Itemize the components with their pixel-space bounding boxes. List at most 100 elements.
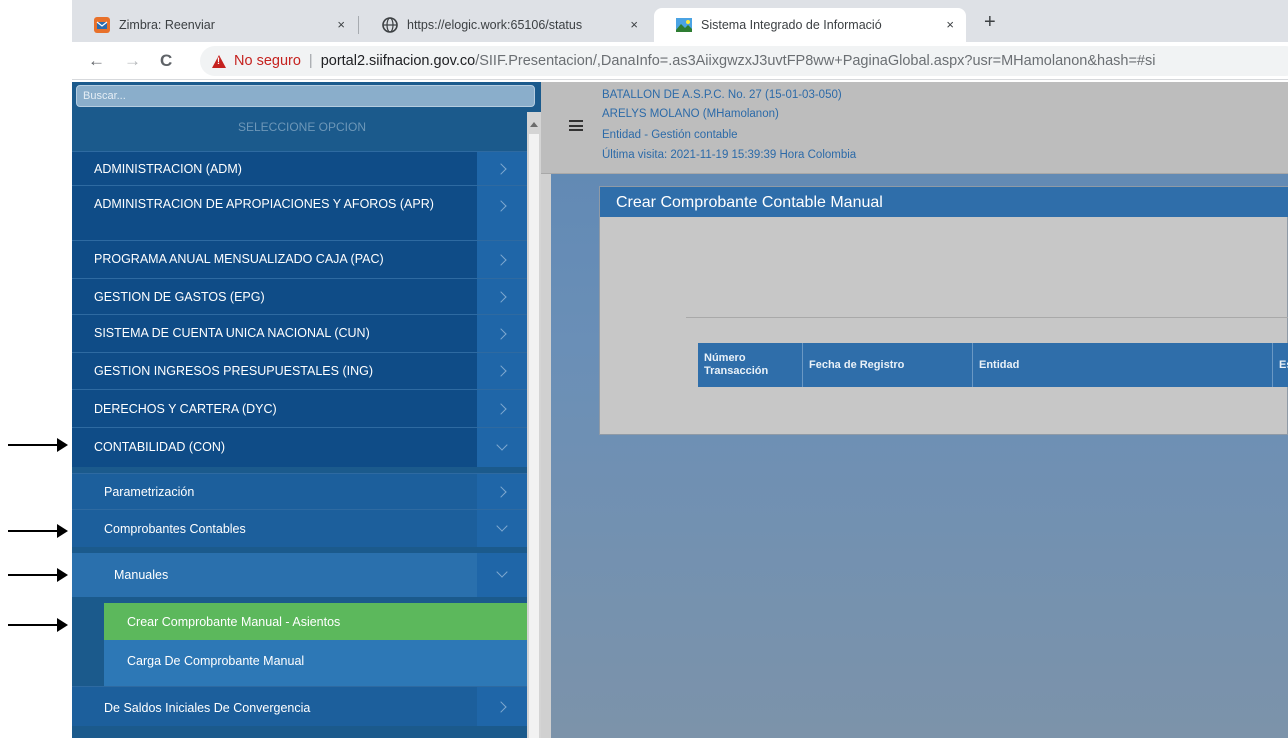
chevron-right-icon [495, 365, 507, 377]
annotation-arrow-icon [8, 524, 68, 538]
tab-siif-active[interactable]: Sistema Integrado de Informació × [654, 8, 966, 42]
chevron-right-icon [495, 253, 507, 266]
sidebar-menu: Buscar... SELECCIONE OPCION ADMINISTRACI… [72, 82, 541, 738]
divider [686, 317, 1288, 318]
sidebar-item-carga-comprobante-manual[interactable]: Carga De Comprobante Manual [104, 640, 527, 686]
collapse-button[interactable] [477, 428, 527, 467]
results-table-header: Número Transacción Fecha de Registro Ent… [698, 343, 1288, 387]
sidebar-title: SELECCIONE OPCION [237, 120, 367, 134]
sidebar-item-parametrizacion[interactable]: Parametrización [72, 473, 527, 509]
sidebar-item-label: GESTION INGRESOS PRESUPUESTALES (ING) [94, 364, 373, 378]
siif-favicon-icon [676, 18, 692, 32]
warning-icon [212, 54, 226, 68]
tab-title: https://elogic.work:65106/status [407, 18, 583, 32]
security-label[interactable]: No seguro [234, 53, 301, 69]
url-host: portal2.siifnacion.gov.co [320, 53, 476, 69]
sidebar-item-apr[interactable]: ADMINISTRACION DE APROPIACIONES Y AFOROS… [72, 185, 527, 240]
entity-name: BATALLON DE A.S.P.C. No. 27 (15-01-03-05… [602, 89, 842, 101]
expand-button[interactable] [477, 687, 527, 726]
sidebar-item-epg[interactable]: GESTION DE GASTOS (EPG) [72, 278, 527, 314]
sidebar-item-pac[interactable]: PROGRAMA ANUAL MENSUALIZADO CAJA (PAC) [72, 240, 527, 278]
back-button[interactable]: ← [88, 51, 105, 71]
tab-close-icon[interactable]: × [946, 17, 954, 32]
collapse-button[interactable] [477, 510, 527, 547]
tab-title: Sistema Integrado de Informació [701, 18, 882, 32]
sidebar-item-label: PROGRAMA ANUAL MENSUALIZADO CAJA (PAC) [94, 252, 384, 266]
user-profile: Entidad - Gestión contable [602, 129, 738, 141]
column-header-estado[interactable]: Es [1273, 343, 1288, 387]
chevron-right-icon [495, 485, 507, 498]
panel-header: Crear Comprobante Contable Manual [600, 187, 1288, 217]
scroll-up-arrow-icon[interactable] [530, 122, 538, 127]
expand-button[interactable] [477, 152, 527, 185]
last-visit: Última visita: 2021-11-19 15:39:39 Hora … [602, 149, 857, 161]
sidebar-item-comprobantes-contables[interactable]: Comprobantes Contables [72, 509, 527, 547]
sidebar-item-label: Crear Comprobante Manual - Asientos [127, 615, 341, 629]
expand-button[interactable] [477, 279, 527, 314]
expand-button[interactable] [477, 186, 527, 240]
tab-elogic-status[interactable]: https://elogic.work:65106/status × [360, 8, 650, 42]
sidebar-item-label: DERECHOS Y CARTERA (DYC) [94, 402, 277, 416]
chevron-right-icon [495, 700, 507, 713]
main-scrollbar[interactable] [541, 174, 551, 738]
sidebar-item-label: ADMINISTRACION (ADM) [94, 162, 242, 176]
new-tab-button[interactable]: + [984, 11, 996, 34]
sidebar-item-label: Parametrización [104, 485, 195, 499]
expand-button[interactable] [477, 241, 527, 278]
chevron-down-icon [496, 566, 508, 578]
expand-button[interactable] [477, 353, 527, 389]
tab-divider [358, 16, 359, 34]
url-omnibox[interactable]: No seguro | portal2.siifnacion.gov.co /S… [200, 46, 1288, 76]
zimbra-favicon-icon [94, 17, 110, 33]
chevron-right-icon [495, 290, 507, 303]
browser-tab-strip: Zimbra: Reenviar × https://elogic.work:6… [72, 0, 1288, 42]
sidebar-item-adm[interactable]: ADMINISTRACION (ADM) [72, 151, 527, 185]
chevron-right-icon [495, 402, 507, 415]
user-info-header: BATALLON DE A.S.P.C. No. 27 (15-01-03-05… [541, 82, 1288, 174]
sidebar-item-label: GESTION DE GASTOS (EPG) [94, 290, 265, 304]
expand-button[interactable] [477, 315, 527, 352]
sidebar-item-dyc[interactable]: DERECHOS Y CARTERA (DYC) [72, 389, 527, 427]
forward-button[interactable]: → [124, 51, 141, 71]
hamburger-menu-icon[interactable] [569, 120, 583, 131]
chevron-down-icon [496, 519, 508, 532]
globe-icon [382, 17, 398, 33]
annotation-arrow-icon [8, 438, 68, 452]
annotation-arrow-icon [8, 568, 68, 582]
sidebar-item-cun[interactable]: SISTEMA DE CUENTA UNICA NACIONAL (CUN) [72, 314, 527, 352]
tab-title: Zimbra: Reenviar [119, 18, 215, 32]
reload-button[interactable]: C [160, 51, 172, 71]
chevron-right-icon [495, 200, 507, 212]
user-name: ARELYS MOLANO (MHamolanon) [602, 108, 779, 120]
chevron-right-icon [495, 162, 507, 175]
sidebar-item-label: CONTABILIDAD (CON) [94, 440, 226, 454]
chevron-down-icon [496, 438, 508, 451]
sidebar-item-label: ADMINISTRACION DE APROPIACIONES Y AFOROS… [94, 197, 434, 211]
search-input[interactable]: Buscar... [76, 85, 535, 107]
tab-close-icon[interactable]: × [630, 17, 638, 32]
sidebar-item-label: Manuales [114, 568, 169, 582]
sidebar-item-label: SISTEMA DE CUENTA UNICA NACIONAL (CUN) [94, 326, 370, 340]
collapse-button[interactable] [477, 553, 527, 597]
tab-close-icon[interactable]: × [337, 17, 345, 32]
column-header-entidad[interactable]: Entidad [973, 343, 1273, 387]
sidebar-item-crear-comprobante-manual[interactable]: Crear Comprobante Manual - Asientos [104, 603, 527, 640]
expand-button[interactable] [477, 390, 527, 427]
omnibox-separator: | [308, 53, 313, 69]
tab-zimbra[interactable]: Zimbra: Reenviar × [72, 8, 357, 42]
sidebar-item-saldos-iniciales[interactable]: De Saldos Iniciales De Convergencia [72, 686, 527, 726]
column-header-numero-transaccion[interactable]: Número Transacción [698, 343, 803, 387]
expand-button[interactable] [477, 474, 527, 509]
column-header-fecha-registro[interactable]: Fecha de Registro [803, 343, 973, 387]
comprobante-panel: Crear Comprobante Contable Manual Número… [599, 186, 1288, 435]
sidebar-item-con[interactable]: CONTABILIDAD (CON) [72, 427, 527, 467]
sidebar-item-label: Carga De Comprobante Manual [127, 654, 305, 668]
sidebar-scroll-thumb[interactable] [529, 134, 539, 738]
sidebar-item-label: De Saldos Iniciales De Convergencia [104, 701, 311, 715]
sidebar-item-manuales[interactable]: Manuales [72, 553, 527, 597]
sidebar-item-label: Comprobantes Contables [104, 522, 246, 536]
url-path: /SIIF.Presentacion/,DanaInfo=.as3Aiixgwz… [475, 53, 1156, 69]
sidebar-item-ing[interactable]: GESTION INGRESOS PRESUPUESTALES (ING) [72, 352, 527, 389]
address-bar-row: ← → C No seguro | portal2.siifnacion.gov… [72, 42, 1288, 80]
main-content: BATALLON DE A.S.P.C. No. 27 (15-01-03-05… [541, 82, 1288, 738]
